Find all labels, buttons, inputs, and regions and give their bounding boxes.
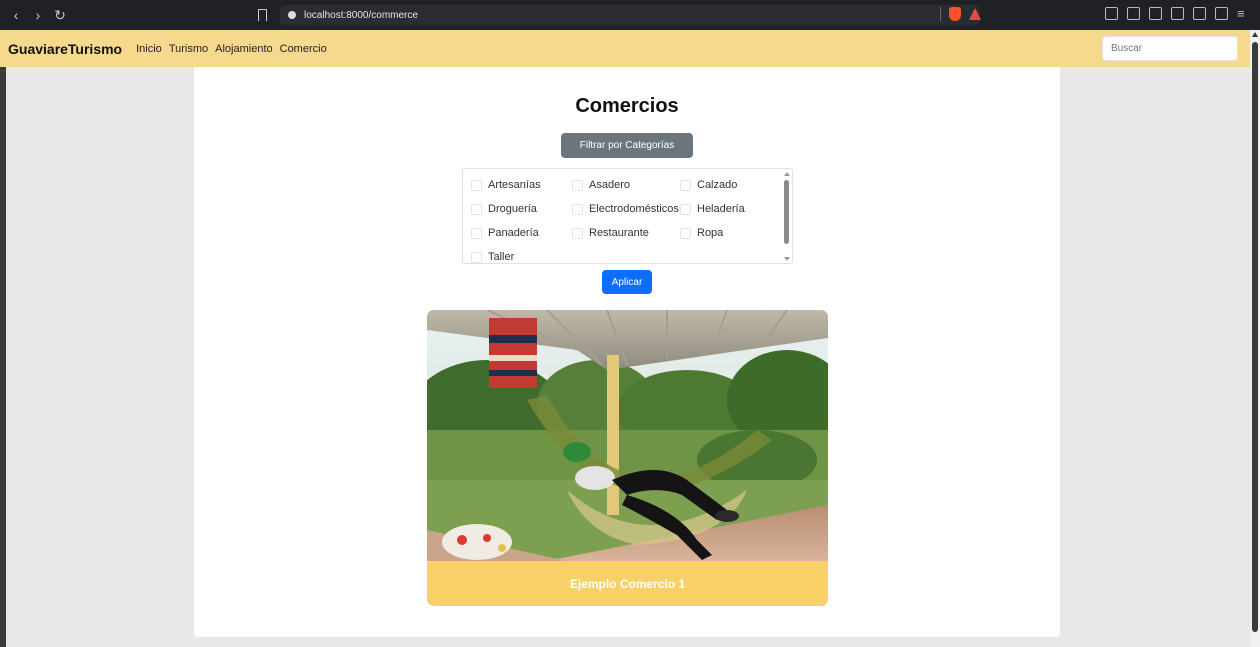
- extensions-icon[interactable]: [1105, 7, 1118, 20]
- category-scrollbar[interactable]: [783, 171, 791, 261]
- category-artesanias[interactable]: Artesanías: [471, 178, 572, 192]
- scroll-up-icon[interactable]: [1252, 32, 1258, 37]
- commerce-card-title: Ejemplo Comercio 1: [427, 561, 828, 606]
- category-restaurante[interactable]: Restaurante: [572, 226, 680, 240]
- browser-toolbar: ‹ › ↻ localhost:8000/commerce ≡: [0, 0, 1260, 30]
- category-label: Taller: [488, 251, 515, 263]
- bookmark-icon[interactable]: [258, 9, 267, 21]
- site-info-icon[interactable]: [288, 11, 296, 19]
- category-asadero[interactable]: Asadero: [572, 178, 680, 192]
- nav-link-turismo[interactable]: Turismo: [169, 43, 208, 55]
- checkbox[interactable]: [680, 203, 691, 215]
- filter-categories-button[interactable]: Filtrar por Categorías: [561, 133, 693, 158]
- category-label: Calzado: [697, 179, 738, 191]
- menu-icon[interactable]: ≡: [1237, 7, 1250, 20]
- category-calzado[interactable]: Calzado: [680, 178, 780, 192]
- vpn-icon[interactable]: [1215, 7, 1228, 20]
- checkbox[interactable]: [680, 179, 691, 191]
- page-title: Comercios: [575, 95, 679, 117]
- checkbox[interactable]: [471, 179, 482, 191]
- category-label: Ropa: [697, 227, 724, 239]
- nav-link-inicio[interactable]: Inicio: [136, 43, 162, 55]
- category-label: Restaurante: [589, 227, 649, 239]
- category-taller[interactable]: Taller: [471, 250, 572, 263]
- brave-rewards-icon[interactable]: [969, 8, 981, 20]
- apply-button[interactable]: Aplicar: [602, 270, 652, 294]
- category-panaderia[interactable]: Panadería: [471, 226, 572, 240]
- tab-icon[interactable]: [1171, 7, 1184, 20]
- brand-link[interactable]: GuaviareTurismo: [8, 41, 122, 57]
- category-heladeria[interactable]: Heladería: [680, 202, 780, 216]
- category-ropa[interactable]: Ropa: [680, 226, 780, 240]
- main-content: Comercios Filtrar por Categorías Artesan…: [194, 67, 1060, 637]
- checkbox[interactable]: [572, 203, 583, 215]
- scroll-up-icon[interactable]: [784, 172, 790, 176]
- category-label: Droguería: [488, 203, 537, 215]
- category-drogueria[interactable]: Droguería: [471, 202, 572, 216]
- checkbox[interactable]: [572, 179, 583, 191]
- scrollbar-thumb[interactable]: [1252, 42, 1258, 632]
- site-navbar: GuaviareTurismo Inicio Turismo Alojamien…: [0, 30, 1250, 67]
- divider: [940, 7, 941, 21]
- checkbox[interactable]: [680, 227, 691, 239]
- back-icon[interactable]: ‹: [10, 7, 22, 24]
- brave-shields-icon[interactable]: [949, 7, 961, 21]
- page-scrollbar[interactable]: [1250, 30, 1260, 647]
- category-label: Asadero: [589, 179, 630, 191]
- commerce-photo: [427, 310, 828, 561]
- scrollbar-thumb[interactable]: [784, 180, 789, 244]
- nav-link-alojamiento[interactable]: Alojamiento: [215, 43, 272, 55]
- nav-link-comercio[interactable]: Comercio: [280, 43, 327, 55]
- favorites-icon[interactable]: [1193, 7, 1206, 20]
- search-input[interactable]: [1102, 36, 1238, 61]
- scroll-down-icon[interactable]: [784, 257, 790, 261]
- category-label: Artesanías: [488, 179, 541, 191]
- checkbox[interactable]: [471, 227, 482, 239]
- sidebar-icon[interactable]: [1149, 7, 1162, 20]
- category-label: Electrodomésticos: [589, 203, 679, 215]
- address-bar[interactable]: localhost:8000/commerce: [280, 5, 980, 25]
- checkbox[interactable]: [572, 227, 583, 239]
- category-label: Heladería: [697, 203, 745, 215]
- window-edge: [0, 67, 6, 647]
- category-electrodomesticos[interactable]: Electrodomésticos: [572, 202, 680, 216]
- reload-icon[interactable]: ↻: [54, 7, 66, 24]
- forward-icon[interactable]: ›: [32, 7, 44, 24]
- reader-mode-icon[interactable]: [1127, 7, 1140, 20]
- checkbox[interactable]: [471, 251, 482, 263]
- commerce-card[interactable]: Ejemplo Comercio 1: [427, 310, 828, 606]
- category-label: Panadería: [488, 227, 539, 239]
- url-text: localhost:8000/commerce: [304, 9, 418, 21]
- category-list: Artesanías Asadero Calzado Droguería Ele…: [462, 168, 793, 264]
- checkbox[interactable]: [471, 203, 482, 215]
